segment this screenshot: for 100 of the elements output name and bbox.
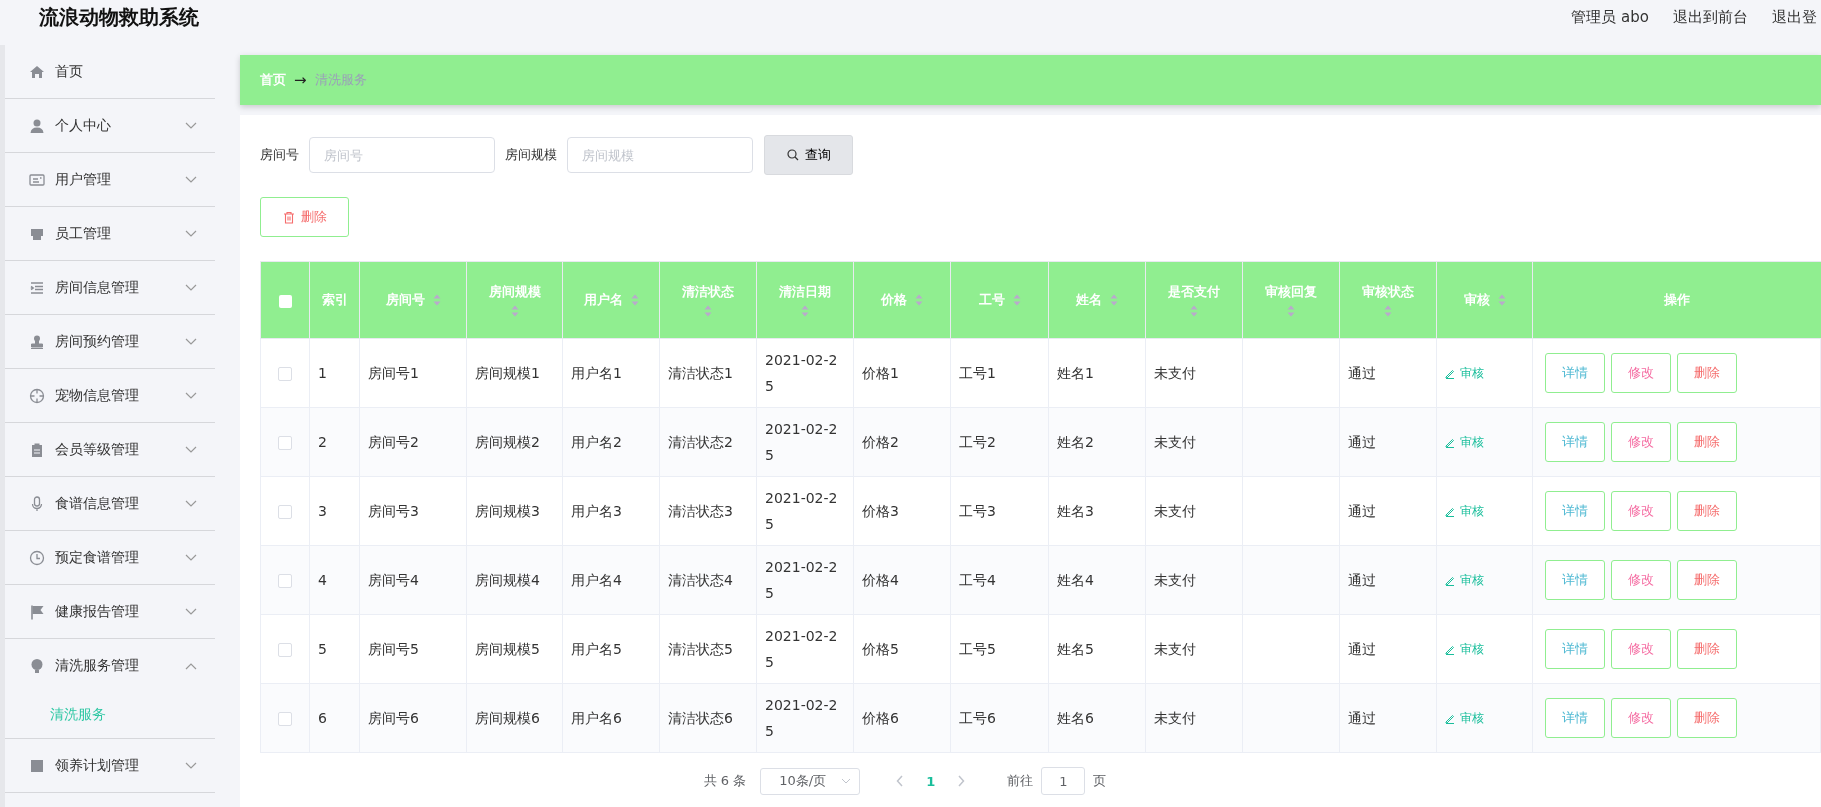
sort-icon[interactable]: [432, 294, 441, 306]
table-cell-text: 5: [318, 640, 327, 659]
sort-icon[interactable]: [704, 305, 712, 317]
row-checkbox[interactable]: [278, 643, 292, 657]
sidebar-item[interactable]: 员工管理: [5, 207, 215, 260]
review-link[interactable]: 审核: [1445, 709, 1484, 727]
sort-icon[interactable]: [1110, 294, 1118, 306]
row-action-button[interactable]: 详情: [1545, 629, 1605, 669]
sidebar-item[interactable]: 领养计划管理: [5, 739, 215, 792]
square-icon: [29, 757, 45, 774]
select-all-checkbox[interactable]: [278, 294, 292, 308]
sort-icon[interactable]: [1012, 294, 1021, 306]
sidebar-item[interactable]: 食谱信息管理: [5, 477, 215, 530]
row-action-button[interactable]: 删除: [1677, 353, 1737, 393]
sidebar-subitem[interactable]: 清洗服务: [5, 692, 215, 738]
row-action-button[interactable]: 详情: [1545, 491, 1605, 531]
table-cell-text: 清洁状态1: [668, 364, 733, 383]
field-label: 房间规模: [505, 146, 557, 164]
row-action-button[interactable]: 修改: [1611, 422, 1671, 462]
id-card-icon: [29, 171, 45, 188]
row-action-button[interactable]: 修改: [1611, 629, 1671, 669]
table-cell-text: 价格3: [862, 502, 899, 521]
sidebar-item[interactable]: 房间预约管理: [5, 315, 215, 368]
total-count: 共 6 条: [703, 772, 747, 790]
table-cell-text: 未支付: [1154, 709, 1196, 728]
field-label: 房间号: [260, 146, 299, 164]
sort-icon[interactable]: [801, 305, 809, 317]
row-action-button[interactable]: 删除: [1677, 629, 1737, 669]
search-field[interactable]: 房间号: [309, 137, 495, 173]
row-action-button[interactable]: 删除: [1677, 491, 1737, 531]
sort-icon[interactable]: [1384, 305, 1392, 317]
table-cell-text: 3: [318, 502, 327, 521]
row-action-button[interactable]: 删除: [1677, 698, 1737, 738]
table-cell-text: 通过: [1348, 502, 1376, 521]
sidebar-item[interactable]: 清洗服务管理: [5, 639, 215, 692]
page-size-select[interactable]: 10条/页: [760, 767, 861, 795]
clock-icon: [29, 549, 45, 566]
table-cell-text: 2021-02-25: [765, 351, 839, 396]
row-action-button[interactable]: 修改: [1611, 698, 1671, 738]
breadcrumb-link[interactable]: 清洗服务: [314, 71, 367, 89]
table-cell-text: 工号4: [959, 571, 996, 590]
sidebar-item[interactable]: 预定食谱管理: [5, 531, 215, 584]
row-action-button[interactable]: 详情: [1545, 422, 1605, 462]
table-cell-text: 清洁状态6: [668, 709, 733, 728]
sort-icon[interactable]: [510, 305, 519, 317]
review-link[interactable]: 审核: [1445, 364, 1484, 382]
page-input[interactable]: 1: [1041, 767, 1086, 795]
sidebar-item[interactable]: 个人中心: [5, 99, 215, 152]
delete-button[interactable]: 删除: [260, 197, 349, 237]
sidebar-item[interactable]: 房间信息管理: [5, 261, 215, 314]
pencil-icon: [1445, 505, 1455, 517]
chevron-down-icon: [185, 175, 197, 184]
row-action-button[interactable]: 详情: [1545, 560, 1605, 600]
row-action-button[interactable]: 详情: [1545, 353, 1605, 393]
row-checkbox[interactable]: [278, 436, 292, 450]
table-cell-text: 房间规模6: [475, 709, 540, 728]
row-checkbox[interactable]: [278, 574, 292, 588]
search-button[interactable]: 查询: [764, 135, 853, 175]
table-cell-text: 未支付: [1154, 364, 1196, 383]
next-page-icon[interactable]: [957, 775, 966, 787]
header-link[interactable]: 退出到前台: [1673, 7, 1748, 27]
chevron-down-icon: [185, 283, 197, 292]
table-cell-text: 价格5: [862, 640, 899, 659]
clipboard-icon: [29, 441, 45, 458]
sidebar-item[interactable]: 首页: [5, 45, 215, 98]
table-cell-text: 姓名6: [1057, 709, 1094, 728]
row-action-button[interactable]: 详情: [1545, 698, 1605, 738]
app-title: 流浪动物救助系统: [39, 3, 199, 31]
sidebar-item[interactable]: 宠物信息管理: [5, 369, 215, 422]
sort-icon[interactable]: [630, 294, 639, 306]
table-cell-text: 2021-02-25: [765, 627, 839, 672]
sort-icon[interactable]: [1287, 305, 1295, 317]
table-cell-text: 用户名4: [571, 571, 622, 590]
row-checkbox[interactable]: [278, 712, 292, 726]
table-cell-text: 房间规模3: [475, 502, 540, 521]
sidebar-item[interactable]: 健康报告管理: [5, 585, 215, 638]
sidebar-item[interactable]: 用户管理: [5, 153, 215, 206]
chevron-down-icon: [185, 337, 197, 346]
review-link[interactable]: 审核: [1445, 502, 1484, 520]
sort-icon[interactable]: [1190, 305, 1198, 317]
page-number[interactable]: 1: [926, 773, 936, 789]
review-link[interactable]: 审核: [1445, 571, 1484, 589]
row-action-button[interactable]: 修改: [1611, 560, 1671, 600]
table-cell-text: 房间号3: [368, 502, 419, 521]
table-cell-text: 清洁状态2: [668, 433, 733, 452]
row-action-button[interactable]: 修改: [1611, 491, 1671, 531]
search-field[interactable]: 房间规模: [567, 137, 753, 173]
sort-icon[interactable]: [915, 294, 923, 306]
row-action-button[interactable]: 删除: [1677, 560, 1737, 600]
sort-icon[interactable]: [1497, 294, 1506, 306]
review-link[interactable]: 审核: [1445, 433, 1484, 451]
sidebar-item[interactable]: 会员等级管理: [5, 423, 215, 476]
row-action-button[interactable]: 删除: [1677, 422, 1737, 462]
header-link[interactable]: 退出登: [1772, 7, 1817, 27]
row-action-button[interactable]: 修改: [1611, 353, 1671, 393]
review-link[interactable]: 审核: [1445, 640, 1484, 658]
row-checkbox[interactable]: [278, 505, 292, 519]
previous-page-icon[interactable]: [896, 775, 905, 787]
lightbulb-icon: [29, 657, 45, 674]
row-checkbox[interactable]: [278, 367, 292, 381]
